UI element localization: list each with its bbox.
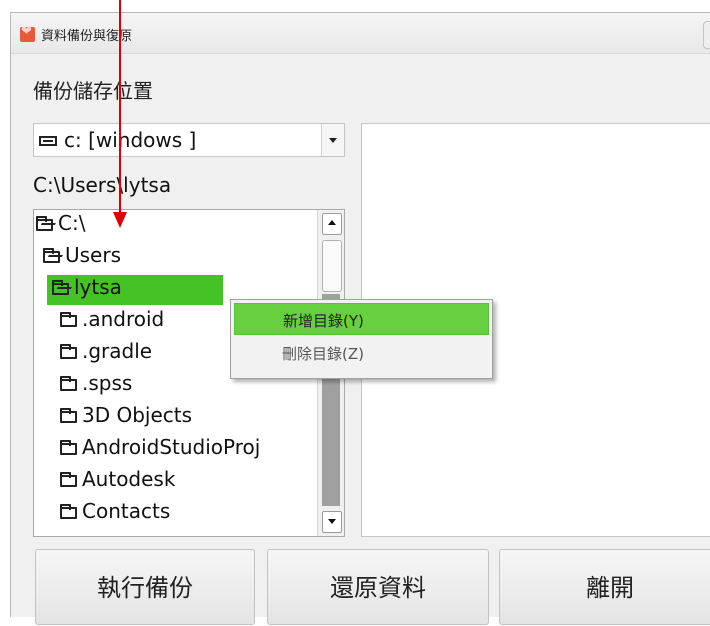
folder-open-icon [52, 280, 69, 295]
folder-icon [60, 344, 77, 359]
folder-icon [60, 376, 77, 391]
context-menu: 新增目錄(Y) 刪除目錄(Z) [230, 299, 493, 379]
tree-item-contacts[interactable]: Contacts [60, 499, 310, 529]
backup-location-label: 備份儲存位置 [33, 79, 153, 103]
chevron-down-icon[interactable] [321, 124, 344, 156]
tree-item-label: C:\ [58, 211, 86, 235]
tree-item-label: .android [82, 307, 165, 331]
folder-open-icon [43, 248, 60, 263]
title-bar: 資料備份與復原 [11, 13, 710, 54]
exit-button[interactable]: 離開 [499, 549, 710, 625]
menu-item-label: 新增目錄(Y) [283, 312, 364, 330]
current-path-label: C:\Users\lytsa [33, 173, 172, 197]
tree-item-users[interactable]: Users [43, 243, 313, 273]
tree-item-autodesk[interactable]: Autodesk [60, 467, 310, 497]
title-bar-button[interactable] [703, 21, 710, 49]
tree-item-lytsa[interactable]: lytsa [47, 275, 223, 305]
tree-item-label: lytsa [74, 275, 122, 299]
tree-item-label: Contacts [82, 499, 171, 523]
backup-restore-window: 資料備份與復原 備份儲存位置 c: [windows ] C:\Users\ly… [10, 12, 710, 625]
tree-item-label: Users [65, 243, 122, 267]
annotation-arrow-line [119, 0, 121, 214]
restore-data-button[interactable]: 還原資料 [267, 549, 489, 625]
folder-icon [60, 504, 77, 519]
tree-item-3d-objects[interactable]: 3D Objects [60, 403, 310, 433]
annotation-arrow-head-icon [113, 212, 127, 228]
tree-item-label: .spss [82, 371, 133, 395]
folder-icon [60, 408, 77, 423]
folder-icon [60, 440, 77, 455]
tree-item-label: 3D Objects [82, 403, 193, 427]
tree-item-androidstudioproj[interactable]: AndroidStudioProj [60, 435, 320, 465]
tree-item-c-drive[interactable]: C:\ [36, 211, 316, 241]
scroll-thumb[interactable] [322, 240, 342, 292]
drive-select[interactable]: c: [windows ] [33, 123, 345, 157]
scroll-down-arrow-icon[interactable] [322, 511, 342, 533]
menu-item-label: 刪除目錄(Z) [282, 345, 364, 363]
drive-icon [39, 136, 57, 146]
tree-item-label: .gradle [82, 339, 153, 363]
tree-item-label: AndroidStudioProj [82, 435, 261, 459]
folder-icon [60, 312, 77, 327]
tree-item-label: Autodesk [82, 467, 176, 491]
run-backup-button[interactable]: 執行備份 [35, 549, 255, 625]
drive-select-value: c: [windows ] [64, 128, 197, 152]
scroll-up-arrow-icon[interactable] [322, 213, 342, 235]
menu-item-delete-folder[interactable]: 刪除目錄(Z) [234, 337, 489, 369]
menu-item-new-folder[interactable]: 新增目錄(Y) [234, 303, 489, 335]
app-heart-icon [20, 24, 35, 42]
folder-open-icon [36, 216, 53, 231]
folder-icon [60, 472, 77, 487]
